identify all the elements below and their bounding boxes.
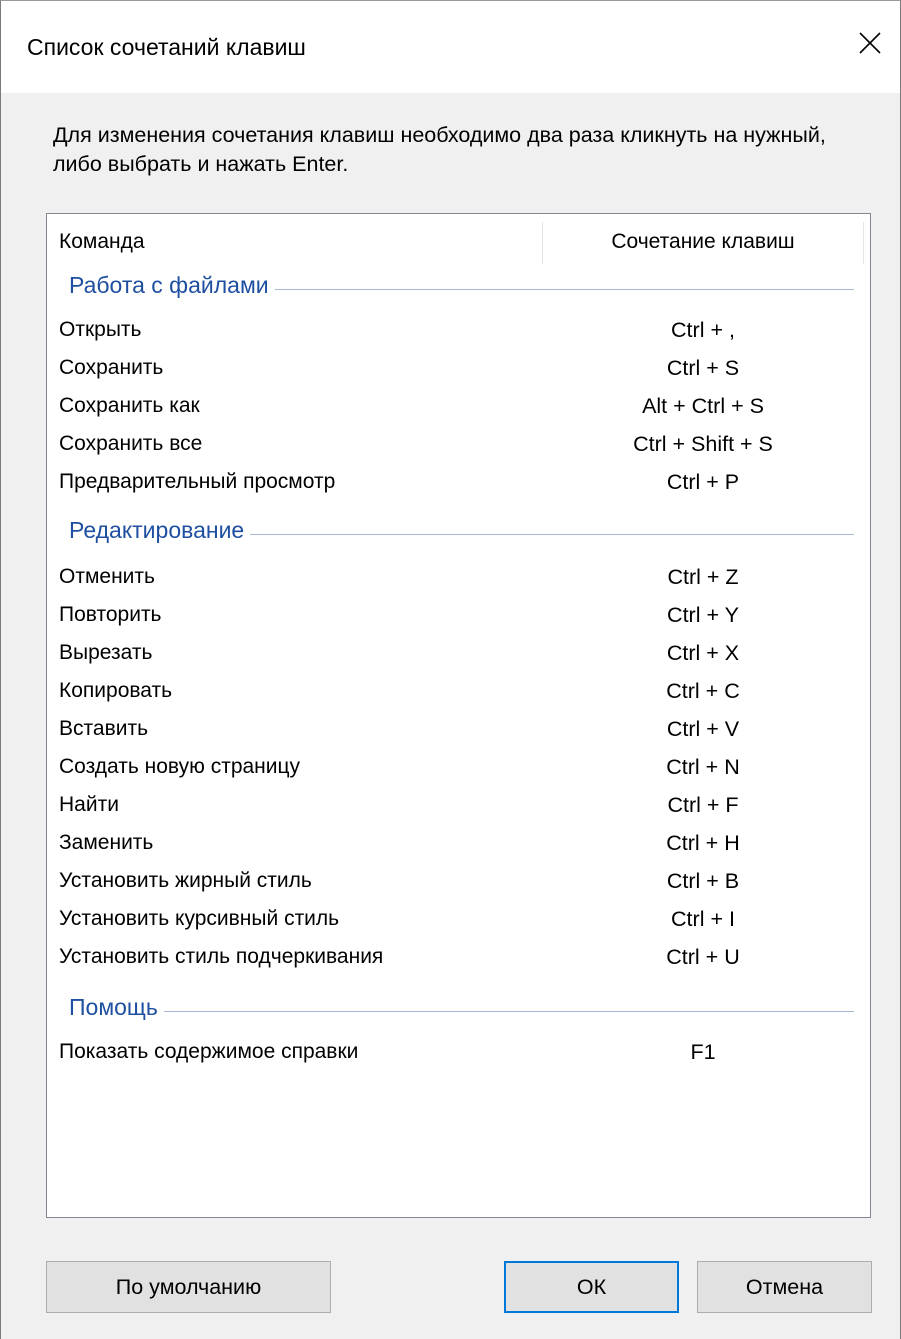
command-label: Вырезать xyxy=(59,641,153,664)
shortcut-label: Ctrl + N xyxy=(666,755,740,779)
command-label: Сохранить как xyxy=(59,394,200,417)
shortcut-label: Ctrl + H xyxy=(666,831,740,855)
command-label: Сохранить xyxy=(59,356,164,379)
column-divider[interactable] xyxy=(863,222,864,264)
list-item[interactable]: Копировать Ctrl + C xyxy=(47,673,870,711)
list-item[interactable]: Сохранить все Ctrl + Shift + S xyxy=(47,426,870,464)
list-item[interactable]: Показать содержимое справки F1 xyxy=(47,1034,870,1072)
list-item[interactable]: Найти Ctrl + F xyxy=(47,787,870,825)
shortcut-label: Ctrl + Shift + S xyxy=(633,432,773,456)
command-label: Копировать xyxy=(59,679,173,702)
dialog-title: Список сочетаний клавиш xyxy=(27,34,306,60)
list-item[interactable]: Открыть Ctrl + , xyxy=(47,312,870,350)
ok-button[interactable]: ОК xyxy=(504,1261,679,1313)
list-item[interactable]: Повторить Ctrl + Y xyxy=(47,597,870,635)
list-item[interactable]: Заменить Ctrl + H xyxy=(47,825,870,863)
list-item[interactable]: Сохранить как Alt + Ctrl + S xyxy=(47,388,870,426)
command-label: Заменить xyxy=(59,831,154,854)
close-icon xyxy=(859,32,881,54)
shortcut-label: Ctrl + P xyxy=(666,470,740,494)
group-title: Работа с файлами xyxy=(69,272,275,299)
shortcut-label: Ctrl + , xyxy=(671,318,735,342)
command-label: Предварительный просмотр xyxy=(59,470,336,493)
shortcut-label: Alt + Ctrl + S xyxy=(642,394,764,418)
instructions-text: Для изменения сочетания клавиш необходим… xyxy=(53,123,826,176)
shortcut-label: Ctrl + F xyxy=(667,793,739,817)
restore-defaults-button[interactable]: По умолчанию xyxy=(46,1261,331,1313)
group-header-editing: Редактирование xyxy=(69,517,854,551)
title-bar: Список сочетаний клавиш xyxy=(1,1,900,93)
command-label: Вставить xyxy=(59,717,149,740)
list-item[interactable]: Предварительный просмотр Ctrl + P xyxy=(47,464,870,502)
command-label: Повторить xyxy=(59,603,162,626)
group-header-files: Работа с файлами xyxy=(69,272,854,306)
list-item[interactable]: Создать новую страницу Ctrl + N xyxy=(47,749,870,787)
dialog-body: Для изменения сочетания клавиш необходим… xyxy=(1,93,900,1339)
column-header-command[interactable]: Команда xyxy=(59,230,145,254)
list-item[interactable]: Сохранить Ctrl + S xyxy=(47,350,870,388)
command-label: Показать содержимое справки xyxy=(59,1040,359,1063)
group-header-help: Помощь xyxy=(69,994,854,1028)
shortcuts-list[interactable]: Команда Сочетание клавиш Работа с файлам… xyxy=(46,213,871,1218)
list-item[interactable]: Установить жирный стиль Ctrl + B xyxy=(47,863,870,901)
list-item[interactable]: Отменить Ctrl + Z xyxy=(47,559,870,597)
shortcut-label: Ctrl + S xyxy=(666,356,740,380)
shortcut-label: Ctrl + C xyxy=(666,679,740,703)
command-label: Установить стиль подчеркивания xyxy=(59,945,384,968)
close-button[interactable] xyxy=(854,27,886,59)
column-header-shortcut[interactable]: Сочетание клавиш xyxy=(543,230,863,254)
list-item[interactable]: Установить курсивный стиль Ctrl + I xyxy=(47,901,870,939)
shortcut-label: Ctrl + X xyxy=(666,641,740,665)
shortcuts-dialog: Список сочетаний клавиш Для изменения со… xyxy=(0,0,901,1339)
shortcut-label: Ctrl + V xyxy=(666,717,740,741)
shortcut-label: Ctrl + Z xyxy=(667,565,739,589)
command-label: Открыть xyxy=(59,318,142,341)
cancel-button[interactable]: Отмена xyxy=(697,1261,872,1313)
list-item[interactable]: Вырезать Ctrl + X xyxy=(47,635,870,673)
shortcut-label: Ctrl + I xyxy=(671,907,735,931)
command-label: Установить жирный стиль xyxy=(59,869,312,892)
group-title: Помощь xyxy=(69,994,164,1021)
column-header-row: Команда Сочетание клавиш xyxy=(47,214,870,270)
command-label: Отменить xyxy=(59,565,155,588)
command-label: Найти xyxy=(59,793,119,816)
shortcut-label: Ctrl + B xyxy=(666,869,740,893)
shortcut-label: F1 xyxy=(690,1040,716,1064)
group-separator-line xyxy=(69,1011,854,1012)
command-label: Сохранить все xyxy=(59,432,203,455)
command-label: Создать новую страницу xyxy=(59,755,301,778)
list-item[interactable]: Установить стиль подчеркивания Ctrl + U xyxy=(47,939,870,977)
command-label: Установить курсивный стиль xyxy=(59,907,340,930)
list-item[interactable]: Вставить Ctrl + V xyxy=(47,711,870,749)
shortcut-label: Ctrl + U xyxy=(666,945,740,969)
group-title: Редактирование xyxy=(69,517,251,544)
shortcut-label: Ctrl + Y xyxy=(667,603,739,627)
